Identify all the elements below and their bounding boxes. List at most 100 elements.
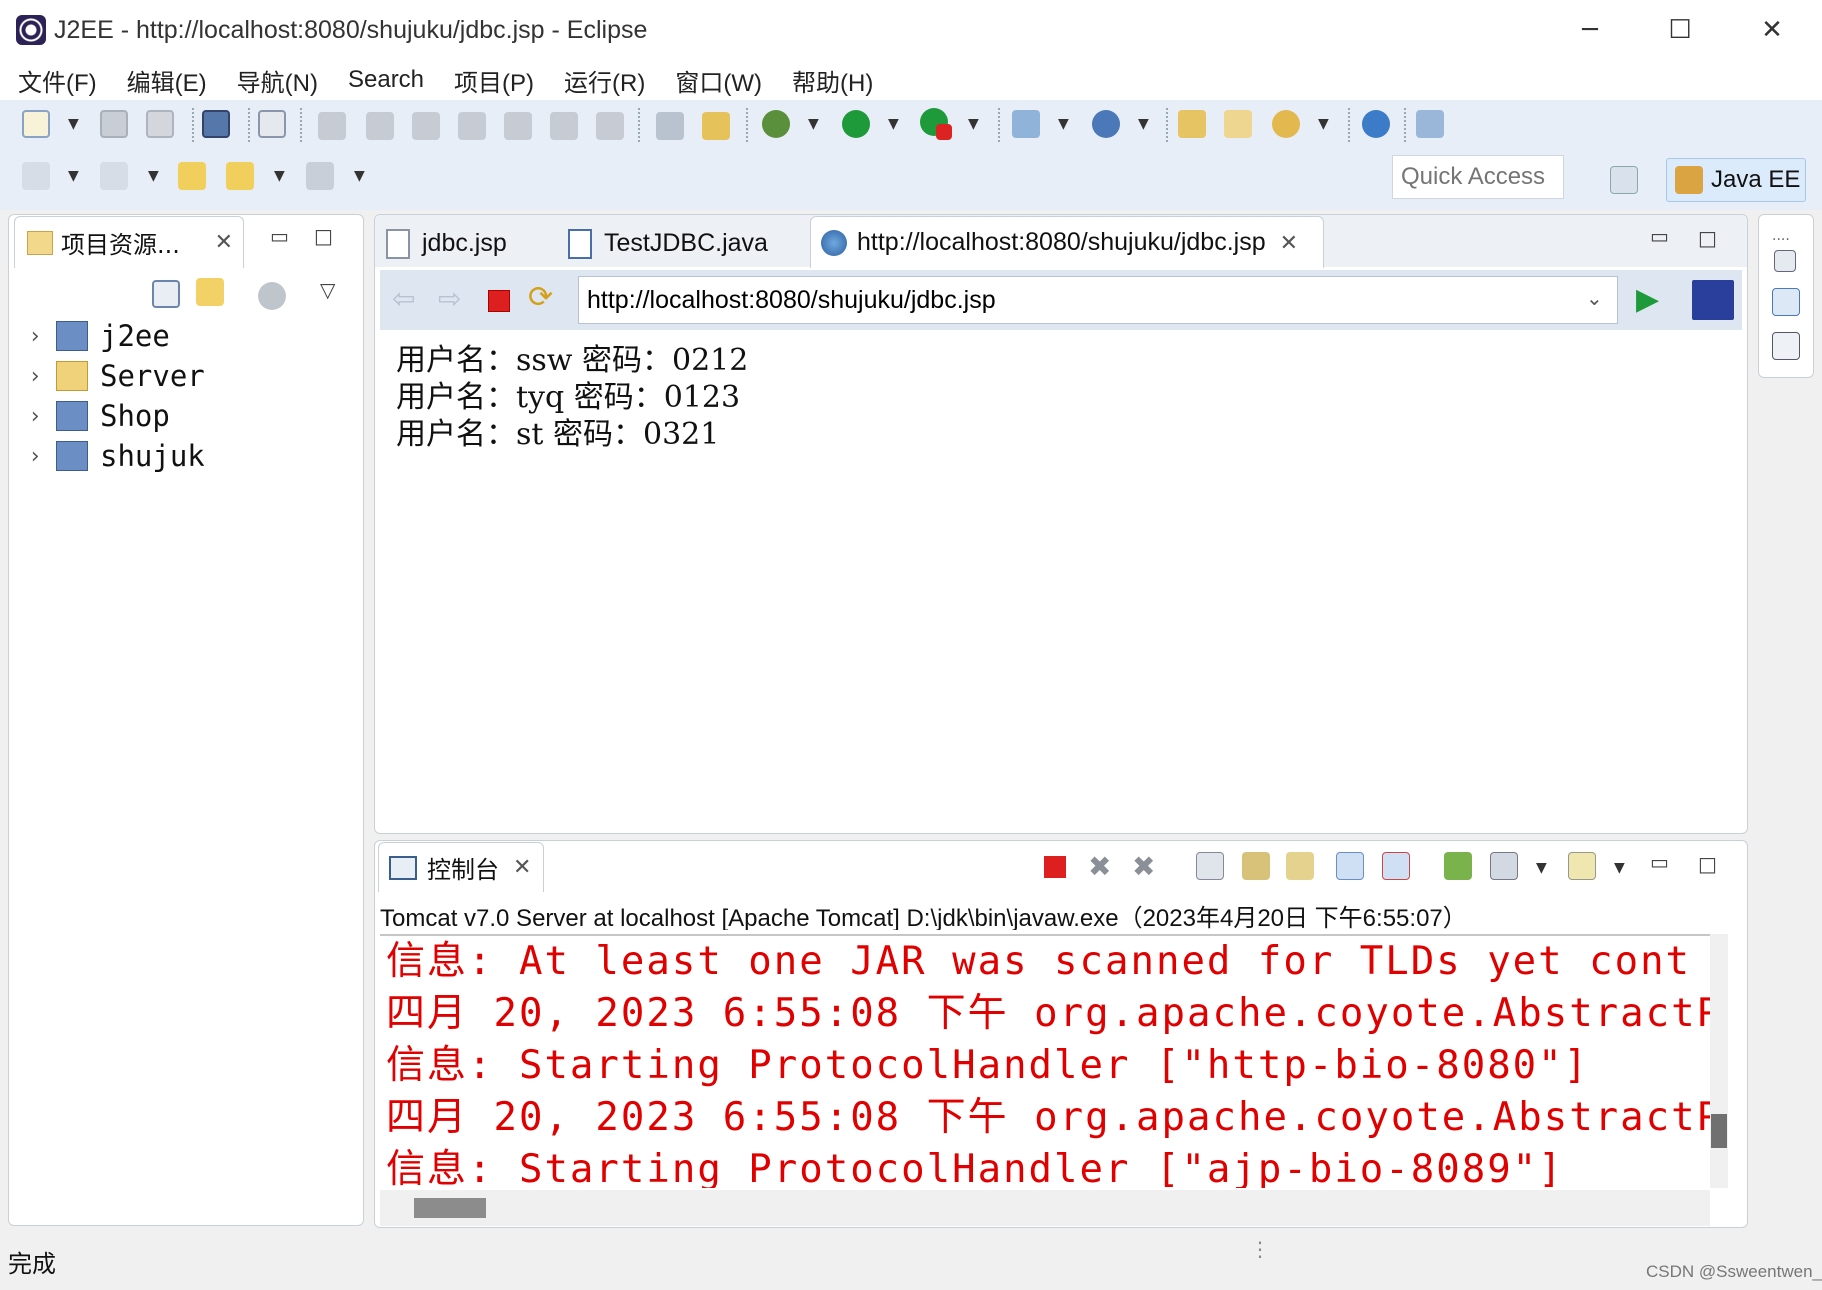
menu-window[interactable]: 窗口(W) — [675, 63, 762, 98]
web-services-icon[interactable] — [1416, 110, 1444, 138]
url-input[interactable] — [578, 276, 1618, 324]
scroll-lock-icon[interactable] — [1242, 852, 1270, 880]
expand-arrow-icon[interactable]: › — [20, 364, 50, 389]
new-java-class-icon[interactable] — [1092, 110, 1120, 138]
link-with-editor-icon[interactable] — [196, 278, 224, 306]
remove-all-terminated-icon[interactable]: ✖ — [1132, 850, 1155, 883]
vertical-scrollbar[interactable] — [1710, 934, 1728, 1188]
task-list-icon[interactable] — [1772, 332, 1800, 360]
save-all-icon[interactable] — [146, 110, 174, 138]
resume-icon[interactable] — [318, 112, 346, 140]
outline-icon[interactable] — [1772, 288, 1800, 316]
vertical-scroll-thumb[interactable] — [1711, 1114, 1727, 1148]
tree-item-project[interactable]: › shujuk — [20, 436, 204, 476]
expand-arrow-icon[interactable]: › — [20, 444, 50, 469]
go-icon[interactable]: ▶ — [1636, 282, 1659, 317]
collapse-all-icon[interactable] — [152, 280, 180, 308]
close-button[interactable]: ✕ — [1752, 10, 1792, 50]
chevron-down-icon[interactable]: ⌄ — [1586, 286, 1603, 310]
maximize-button[interactable]: ☐ — [1660, 10, 1700, 50]
external-tools-dropdown-icon[interactable]: ▼ — [968, 116, 979, 132]
minimize-icon[interactable]: ▭ — [1650, 850, 1669, 874]
debug-dropdown-icon[interactable]: ▼ — [808, 116, 819, 132]
expand-arrow-icon[interactable]: › — [20, 404, 50, 429]
refresh-icon[interactable]: ⟳ — [528, 280, 553, 315]
console-output[interactable]: 信息: At least one JAR was scanned for TLD… — [380, 934, 1710, 1188]
run-icon[interactable] — [842, 110, 870, 138]
back-arrow-icon[interactable]: ⇦ — [392, 282, 415, 315]
minimize-icon[interactable]: ▭ — [1650, 224, 1669, 248]
new-icon[interactable] — [22, 110, 50, 138]
open-folder-icon[interactable] — [1224, 110, 1252, 138]
tab-testjdbc-java[interactable]: TestJDBC.java — [568, 220, 798, 267]
skip-breakpoints-icon[interactable] — [258, 110, 286, 138]
open-console-dropdown-icon[interactable]: ▼ — [1614, 860, 1625, 876]
minimize-button[interactable]: ─ — [1570, 10, 1610, 50]
forward-arrow-icon[interactable]: ⇨ — [438, 282, 461, 315]
menu-help[interactable]: 帮助(H) — [792, 63, 873, 98]
horizontal-scroll-thumb[interactable] — [414, 1198, 486, 1218]
next-annotation-icon[interactable] — [22, 162, 50, 190]
horizontal-scrollbar[interactable] — [380, 1190, 1710, 1226]
word-wrap-icon[interactable] — [1286, 852, 1314, 880]
step-into-icon[interactable] — [504, 112, 532, 140]
disconnect-icon[interactable] — [458, 112, 486, 140]
menu-project[interactable]: 项目(P) — [454, 63, 534, 98]
tab-browser[interactable]: http://localhost:8080/shujuku/jdbc.jsp ✕ — [810, 216, 1324, 268]
last-edit-location-icon[interactable] — [178, 162, 206, 190]
tree-item-project[interactable]: › Server — [20, 356, 204, 396]
stop-icon[interactable] — [488, 290, 510, 312]
display-console-dropdown-icon[interactable]: ▼ — [1536, 860, 1547, 876]
menu-run[interactable]: 运行(R) — [564, 63, 645, 98]
new-server-icon[interactable] — [1012, 110, 1040, 138]
back-dropdown-icon[interactable]: ▼ — [274, 168, 285, 184]
close-icon[interactable]: ✕ — [513, 855, 531, 880]
terminate-icon[interactable] — [1044, 856, 1066, 878]
run-dropdown-icon[interactable]: ▼ — [888, 116, 899, 132]
drop-to-frame-icon[interactable] — [702, 112, 730, 140]
show-on-stdout-icon[interactable] — [1336, 852, 1364, 880]
close-icon[interactable]: ✕ — [1280, 230, 1298, 256]
close-icon[interactable]: ✕ — [215, 230, 233, 255]
remove-launch-icon[interactable]: ✖ — [1088, 850, 1111, 883]
console-tab[interactable]: 控制台 ✕ — [378, 842, 544, 892]
menu-edit[interactable]: 编辑(E) — [127, 63, 207, 98]
project-explorer-tab[interactable]: 项目资源... ✕ — [14, 216, 244, 268]
forward-dropdown-icon[interactable]: ▼ — [354, 168, 365, 184]
open-perspective-icon[interactable] — [1610, 166, 1638, 194]
tree-item-project[interactable]: › j2ee — [20, 316, 169, 356]
show-on-stderr-icon[interactable] — [1382, 852, 1410, 880]
open-type-icon[interactable] — [1178, 110, 1206, 138]
back-icon[interactable] — [226, 162, 254, 190]
maximize-icon[interactable]: □ — [314, 224, 333, 248]
expand-arrow-icon[interactable]: › — [20, 324, 50, 349]
tab-jdbc-jsp[interactable]: jdbc.jsp — [386, 220, 556, 267]
terminate-icon[interactable] — [412, 112, 440, 140]
previous-annotation-icon[interactable] — [100, 162, 128, 190]
minimize-icon[interactable]: ▭ — [270, 224, 289, 248]
perspective-java-ee[interactable]: Java EE — [1666, 158, 1806, 202]
server-console-icon[interactable] — [202, 110, 230, 138]
view-menu-icon[interactable]: ▽ — [320, 278, 335, 302]
maximize-icon[interactable]: □ — [1698, 852, 1717, 876]
new-server-dropdown-icon[interactable]: ▼ — [1058, 116, 1069, 132]
new-dropdown-icon[interactable]: ▼ — [68, 116, 79, 132]
tree-item-project[interactable]: › Shop — [20, 396, 169, 436]
quick-access-input[interactable] — [1392, 155, 1564, 199]
use-step-filters-icon[interactable] — [656, 112, 684, 140]
next-annotation-dropdown-icon[interactable]: ▼ — [68, 168, 79, 184]
search-tool-icon[interactable] — [1272, 110, 1300, 138]
search-tool-dropdown-icon[interactable]: ▼ — [1318, 116, 1329, 132]
filter-icon[interactable] — [258, 282, 286, 310]
menu-file[interactable]: 文件(F) — [18, 63, 97, 98]
save-icon[interactable] — [100, 110, 128, 138]
menu-search[interactable]: Search — [348, 66, 424, 94]
suspend-icon[interactable] — [366, 112, 394, 140]
restore-icon[interactable] — [1774, 250, 1796, 272]
debug-icon[interactable] — [762, 110, 790, 138]
open-console-icon[interactable] — [1568, 852, 1596, 880]
menu-navigate[interactable]: 导航(N) — [237, 63, 318, 98]
forward-icon[interactable] — [306, 162, 334, 190]
step-over-icon[interactable] — [550, 112, 578, 140]
clear-console-icon[interactable] — [1196, 852, 1224, 880]
